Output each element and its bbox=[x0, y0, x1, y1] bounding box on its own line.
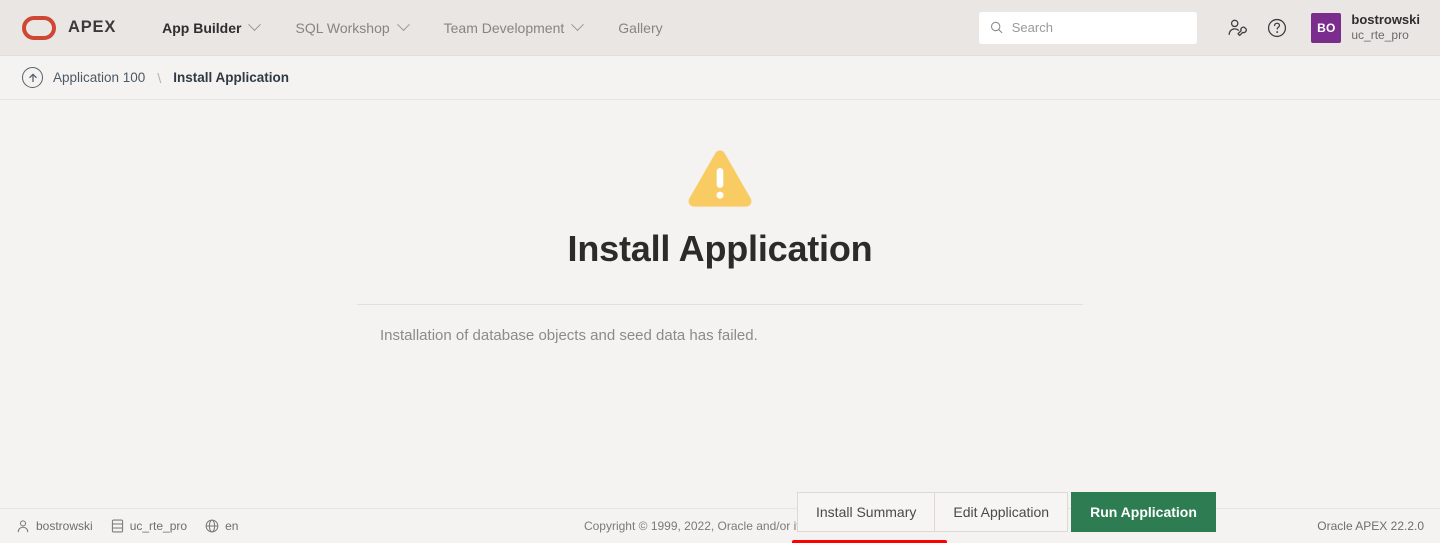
footer-user[interactable]: bostrowski bbox=[16, 519, 93, 533]
person-icon bbox=[17, 520, 29, 533]
nav-item-gallery[interactable]: Gallery bbox=[600, 14, 680, 42]
search-input[interactable] bbox=[1011, 20, 1187, 35]
apex-logo-icon bbox=[22, 15, 56, 40]
footer-workspace-label: uc_rte_pro bbox=[129, 519, 188, 533]
chevron-down-icon bbox=[571, 18, 585, 32]
breadcrumb: Application 100 \ Install Application bbox=[0, 56, 1440, 100]
help-button[interactable] bbox=[1257, 8, 1297, 48]
footer-workspace[interactable]: uc_rte_pro bbox=[111, 519, 187, 533]
user-menu[interactable]: BO bostrowski uc_rte_pro bbox=[1297, 12, 1424, 43]
help-question-icon bbox=[1268, 18, 1287, 37]
app-header: APEX App Builder SQL Workshop Team Devel… bbox=[0, 0, 1440, 56]
search-icon bbox=[991, 21, 1003, 34]
admin-user-wrench-icon-button[interactable] bbox=[1217, 8, 1257, 48]
install-summary-button[interactable]: Install Summary bbox=[797, 492, 936, 532]
brand[interactable]: APEX bbox=[22, 15, 117, 40]
run-application-button[interactable]: Run Application bbox=[1071, 492, 1216, 532]
arrow-up-glyph bbox=[28, 73, 37, 82]
page-title: Install Application bbox=[567, 228, 873, 269]
page-footer: bostrowski uc_rte_pro en Copyright © 199… bbox=[0, 508, 1440, 543]
footer-left: bostrowski uc_rte_pro en bbox=[16, 519, 584, 533]
main-navigation: App Builder SQL Workshop Team Developmen… bbox=[144, 14, 979, 42]
nav-item-label: App Builder bbox=[162, 19, 242, 36]
edit-application-button[interactable]: Edit Application bbox=[934, 492, 1069, 532]
brand-name: APEX bbox=[68, 18, 117, 36]
breadcrumb-item-application[interactable]: Application 100 bbox=[53, 70, 145, 85]
footer-language-label: en bbox=[225, 519, 239, 533]
warning-triangle-icon bbox=[685, 148, 755, 210]
arrow-up-circle-icon[interactable] bbox=[22, 67, 43, 88]
avatar: BO bbox=[1311, 12, 1342, 43]
search-box[interactable] bbox=[979, 11, 1198, 44]
breadcrumb-item-current: Install Application bbox=[173, 70, 289, 85]
footer-language[interactable]: en bbox=[205, 519, 238, 533]
apex-install-application-page: APEX App Builder SQL Workshop Team Devel… bbox=[0, 0, 1440, 543]
warning-triangle-glyph bbox=[688, 150, 752, 207]
chevron-down-icon bbox=[396, 18, 410, 32]
nav-item-app-builder[interactable]: App Builder bbox=[144, 14, 277, 42]
status-message: Installation of database objects and see… bbox=[380, 327, 758, 344]
nav-item-label: Team Development bbox=[443, 19, 565, 36]
footer-user-label: bostrowski bbox=[36, 519, 93, 533]
chevron-down-icon bbox=[248, 18, 262, 32]
main-content: Install Application Installation of data… bbox=[0, 100, 1440, 543]
header-actions: BO bostrowski uc_rte_pro bbox=[979, 8, 1424, 48]
globe-icon bbox=[205, 519, 219, 533]
user-name: bostrowski bbox=[1351, 11, 1420, 27]
action-buttons: Install Summary Edit Application Run App… bbox=[797, 492, 1216, 532]
nav-item-label: SQL Workshop bbox=[295, 19, 390, 36]
nav-item-sql-workshop[interactable]: SQL Workshop bbox=[277, 14, 425, 42]
nav-item-team-development[interactable]: Team Development bbox=[426, 14, 601, 42]
user-identity: bostrowski uc_rte_pro bbox=[1351, 12, 1420, 43]
admin-user-wrench-icon bbox=[1228, 19, 1248, 36]
nav-item-label: Gallery bbox=[618, 19, 663, 36]
breadcrumb-separator: \ bbox=[157, 69, 162, 86]
database-icon bbox=[111, 519, 123, 533]
user-workspace: uc_rte_pro bbox=[1351, 28, 1409, 43]
content-divider bbox=[357, 304, 1083, 305]
